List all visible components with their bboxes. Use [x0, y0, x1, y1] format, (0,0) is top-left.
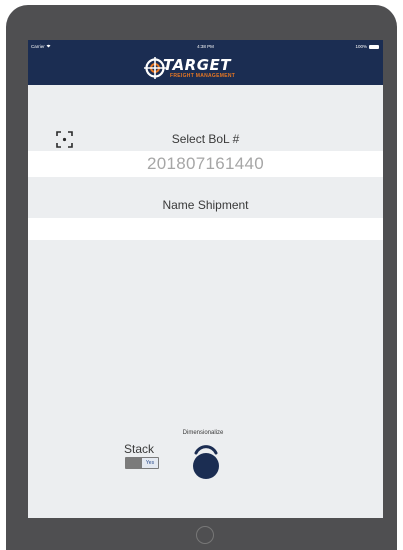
logo-subtext: FREIGHT MANAGEMENT: [170, 73, 236, 79]
status-time: 4:38 PM: [197, 44, 214, 49]
battery-status: 100%: [355, 44, 379, 49]
shipment-name-field[interactable]: [28, 218, 383, 240]
battery-icon: [369, 44, 379, 49]
bol-number-field[interactable]: [28, 151, 383, 177]
stack-toggle-state: Yes: [142, 458, 158, 468]
app-header: TARGET FREIGHT MANAGEMENT: [28, 53, 383, 85]
stack-toggle[interactable]: Yes: [125, 457, 159, 469]
app-screen: Carrier 4:38 PM 100% TARGET FREIGHT MANA…: [28, 40, 383, 518]
home-button[interactable]: [196, 526, 214, 544]
dimensionalize-label: Dimensionalize: [182, 430, 224, 436]
dimensionalize-icon: [193, 445, 219, 479]
stack-label: Stack: [124, 442, 155, 456]
bol-label: Select BoL #: [171, 132, 240, 146]
dimensionalize-button[interactable]: [188, 440, 224, 480]
battery-percent: 100%: [355, 44, 367, 49]
company-logo: TARGET FREIGHT MANAGEMENT: [144, 56, 268, 82]
logo-wordmark: TARGET: [163, 56, 232, 74]
status-bar: Carrier 4:38 PM 100%: [28, 40, 383, 53]
shipment-name-label: Name Shipment: [162, 198, 249, 212]
